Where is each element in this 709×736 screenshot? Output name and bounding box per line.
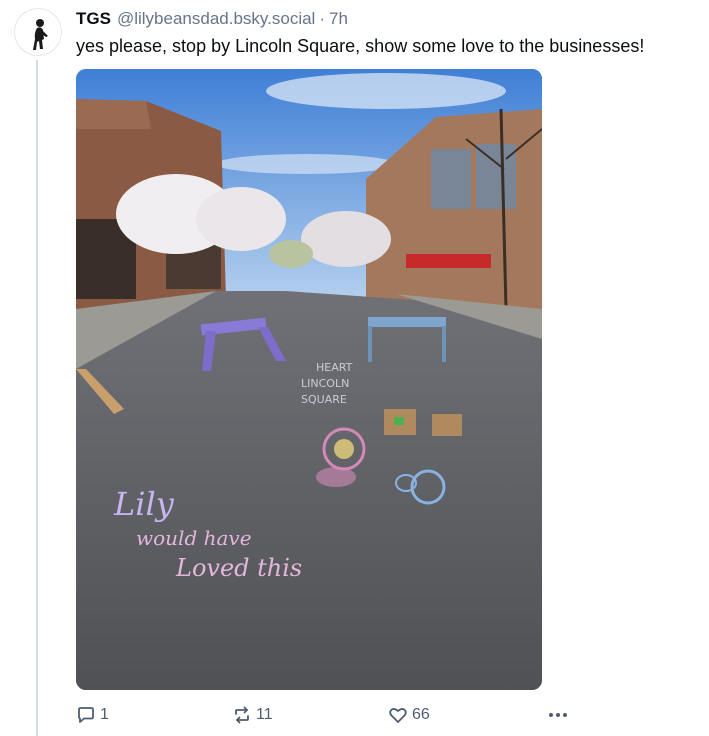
thread-line	[36, 60, 38, 736]
chalk-heart: HEART	[316, 361, 353, 374]
reply-count: 1	[100, 706, 109, 723]
more-options-button[interactable]	[546, 701, 570, 729]
author-display-name[interactable]: TGS	[76, 9, 111, 28]
like-button[interactable]: 66	[388, 701, 430, 729]
chalk-would-have: would have	[136, 526, 252, 550]
more-dots-icon	[549, 713, 567, 717]
post-actions: 1 11 66	[76, 701, 576, 729]
post-image[interactable]: HEART LINCOLN SQUARE Lily would have Lov…	[76, 69, 542, 690]
repost-count: 11	[256, 706, 273, 723]
heart-icon	[389, 708, 407, 723]
chalk-loved-this: Loved this	[175, 554, 302, 582]
avatar[interactable]	[14, 8, 62, 56]
reply-icon	[78, 707, 94, 723]
post-header: TGS @lilybeansdad.bsky.social · 7h	[76, 8, 348, 30]
chalk-square: SQUARE	[301, 393, 347, 406]
post-timestamp[interactable]: 7h	[329, 9, 348, 28]
separator-dot: ·	[319, 9, 325, 28]
post-text: yes please, stop by Lincoln Square, show…	[76, 36, 645, 56]
like-count: 66	[412, 706, 430, 723]
reply-button[interactable]: 1	[76, 701, 109, 729]
chalk-lincoln: LINCOLN	[301, 377, 349, 390]
avatar-figure-icon	[33, 19, 48, 50]
street-photo: HEART LINCOLN SQUARE Lily would have Lov…	[76, 69, 542, 690]
chalk-lily: Lily	[113, 485, 175, 523]
repost-icon	[235, 706, 249, 724]
repost-button[interactable]: 11	[232, 701, 273, 729]
author-handle[interactable]: @lilybeansdad.bsky.social	[117, 9, 315, 28]
